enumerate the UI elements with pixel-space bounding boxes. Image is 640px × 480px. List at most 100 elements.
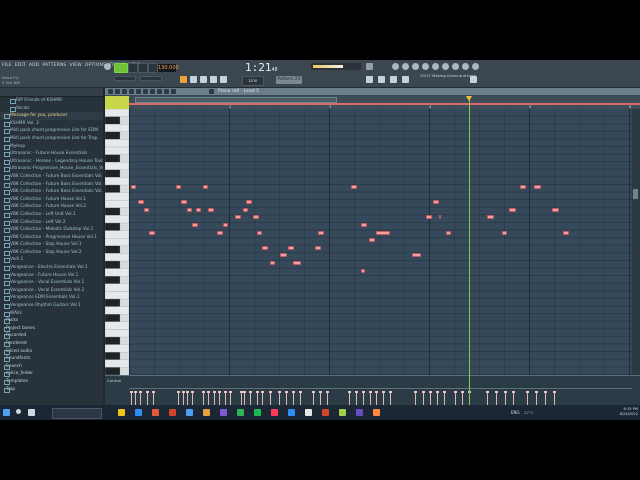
piano-keys[interactable] <box>104 108 130 376</box>
playback-icon[interactable] <box>171 89 176 94</box>
midi-note[interactable] <box>487 215 494 220</box>
taskbar-app-icon[interactable] <box>271 409 278 416</box>
velocity-bar[interactable] <box>207 390 211 405</box>
snap-icon[interactable] <box>180 76 187 83</box>
white-key[interactable] <box>104 253 130 262</box>
menu-patterns[interactable]: PATTERNS <box>42 63 66 68</box>
note-grid[interactable] <box>129 109 632 375</box>
velocity-bar[interactable] <box>212 390 216 405</box>
white-key[interactable] <box>104 139 130 148</box>
midi-note[interactable] <box>501 230 508 235</box>
channel-button-icon[interactable] <box>390 76 397 83</box>
channel-rack-icon[interactable] <box>402 63 409 70</box>
velocity-bar[interactable] <box>151 390 155 405</box>
taskbar-app-icon[interactable] <box>356 409 363 416</box>
browser-item[interactable]: VBK Collection - Future House Vol.2 <box>0 203 103 211</box>
velocity-bar[interactable] <box>421 390 425 405</box>
browser-item[interactable]: Midi pack chord progression Lite for Tra… <box>0 135 103 143</box>
magnet-icon[interactable] <box>115 89 120 94</box>
taskbar-app-icon[interactable] <box>254 409 261 416</box>
midi-note[interactable] <box>222 223 229 227</box>
browser-item[interactable]: Ultrasonic-Progressive_House_Essentials_… <box>0 165 103 173</box>
midi-note[interactable] <box>181 200 187 205</box>
midi-note[interactable] <box>192 223 198 227</box>
browser-item[interactable]: VBK Collection - Future Bass Essentials … <box>0 181 103 189</box>
velocity-bar[interactable] <box>535 390 538 405</box>
midi-note[interactable] <box>433 200 439 205</box>
velocity-bar[interactable] <box>299 390 303 405</box>
plugin-picker-icon[interactable] <box>442 63 449 70</box>
browser-item[interactable]: Trap <box>0 386 103 394</box>
midi-note[interactable] <box>519 185 527 189</box>
midi-note[interactable] <box>138 200 144 205</box>
white-key[interactable] <box>104 124 130 132</box>
black-key[interactable] <box>104 169 121 178</box>
midi-note[interactable] <box>280 253 287 258</box>
white-key[interactable] <box>104 306 130 315</box>
record-button[interactable] <box>148 63 158 73</box>
piano-roll-icon[interactable] <box>422 63 429 70</box>
tempo-display[interactable]: 130.000 <box>158 64 179 72</box>
browser-item[interactable]: Recorded <box>0 332 103 340</box>
midi-note[interactable] <box>257 230 263 235</box>
velocity-bar[interactable] <box>369 390 373 405</box>
master-pitch-slider[interactable] <box>140 76 162 81</box>
draw-tool-icon[interactable] <box>190 76 197 83</box>
master-volume-slider[interactable] <box>114 76 136 81</box>
browser-item[interactable]: VBK Collection - Future House Vol.1 <box>0 196 103 204</box>
zoom-icon[interactable] <box>164 89 169 94</box>
velocity-bar[interactable] <box>229 390 232 405</box>
midi-note[interactable] <box>143 207 149 212</box>
slice-icon[interactable] <box>150 89 155 94</box>
menu-options[interactable]: OPTIONS <box>85 63 106 68</box>
paint-tool-icon[interactable] <box>200 76 207 83</box>
black-key[interactable] <box>104 222 121 231</box>
browser-item[interactable]: Project bones <box>0 325 103 333</box>
language-indicator[interactable]: ENG <box>511 410 520 415</box>
velocity-bar[interactable] <box>202 390 205 405</box>
channel-arrow-icon[interactable] <box>209 89 214 94</box>
black-key[interactable] <box>104 336 121 345</box>
midi-note[interactable] <box>246 200 252 205</box>
browser-item[interactable]: Vedi 1 <box>0 256 103 264</box>
white-key[interactable] <box>104 192 130 201</box>
browser-item[interactable]: VBK Collection - Future Bass Essentials … <box>0 188 103 196</box>
velocity-bar[interactable] <box>382 390 385 405</box>
midi-note[interactable] <box>269 261 275 265</box>
white-key[interactable] <box>104 344 130 353</box>
midi-note[interactable] <box>287 245 294 250</box>
black-key[interactable] <box>104 131 121 140</box>
velocity-bar[interactable] <box>243 390 247 405</box>
white-key[interactable] <box>104 200 130 208</box>
velocity-bar[interactable] <box>248 390 252 405</box>
midi-note[interactable] <box>509 207 516 212</box>
playlist-button-icon[interactable] <box>366 76 373 83</box>
midi-note[interactable] <box>438 215 442 220</box>
draw-icon[interactable] <box>122 89 127 94</box>
play-button[interactable] <box>128 63 138 73</box>
midi-note[interactable] <box>131 185 137 189</box>
black-key[interactable] <box>104 245 121 254</box>
mute-icon[interactable] <box>143 89 148 94</box>
midi-note[interactable] <box>176 185 182 189</box>
midi-note[interactable] <box>361 268 365 273</box>
plugin-button-icon[interactable] <box>470 76 477 83</box>
midi-note[interactable] <box>426 215 433 220</box>
velocity-bar[interactable] <box>130 390 133 405</box>
midi-note[interactable] <box>253 215 259 220</box>
browser-item[interactable]: Message for you, producer <box>0 112 103 120</box>
playlist-icon[interactable] <box>392 63 399 70</box>
midi-note[interactable] <box>186 207 193 212</box>
browser-item[interactable]: Templates <box>0 378 103 386</box>
stop-button[interactable] <box>138 63 148 73</box>
midi-note[interactable] <box>552 207 559 212</box>
vertical-scroll-thumb[interactable] <box>633 189 638 199</box>
black-key[interactable] <box>104 184 121 193</box>
velocity-bar[interactable] <box>133 390 137 405</box>
taskbar-search-box[interactable] <box>52 408 102 419</box>
midi-note[interactable] <box>149 230 155 235</box>
taskbar-app-icon[interactable] <box>373 409 380 416</box>
black-key[interactable] <box>104 352 121 360</box>
black-key[interactable] <box>104 314 121 322</box>
velocity-bar[interactable] <box>268 390 272 405</box>
